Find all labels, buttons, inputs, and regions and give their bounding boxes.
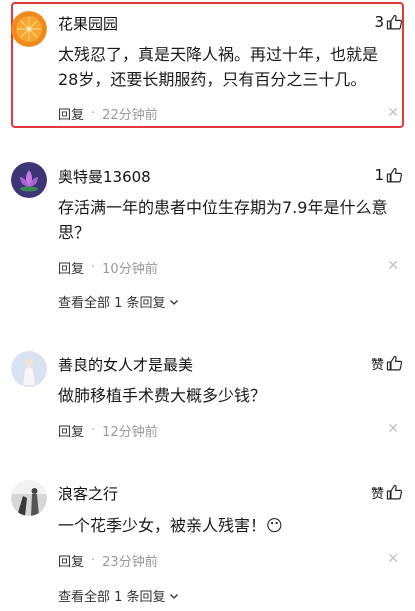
comment-meta: 回复 · 12分钟前 [58,421,158,440]
like-count: 1 [374,166,384,184]
like-count: 3 [374,13,384,31]
like-button[interactable]: 赞 [371,354,403,373]
close-icon[interactable]: ✕ [387,106,399,120]
comment-text: 太残忍了，真是天降人祸。再过十年，也就是28岁，还要长期服药，只有百分之三十几。 [58,45,379,89]
like-button[interactable]: 3 [374,13,403,31]
reply-button[interactable]: 回复 [58,551,84,570]
like-button[interactable]: 1 [374,166,403,184]
thumbs-up-icon [386,484,403,500]
view-replies-label: 查看全部 1 条回复 [58,296,166,311]
close-icon[interactable]: ✕ [387,422,399,436]
avatar[interactable] [11,351,47,387]
reply-button[interactable]: 回复 [58,421,84,440]
thumbs-up-icon [386,167,403,182]
comment-item: 奥特曼13608 1 存活满一年的患者中位生存期为7.9年是什么意思？ 回复 ·… [0,156,415,316]
separator-dot: · [91,423,96,438]
thumbs-up-icon [386,355,403,371]
view-replies-label: 查看全部 1 条回复 [58,590,166,605]
comment-text: 做肺移植手术费大概多少钱？ [58,386,267,405]
comment-item: 花果园园 3 太残忍了，真是天降人祸。再过十年，也就是28岁，还要长期服药，只有… [0,0,415,132]
avatar[interactable] [11,480,47,516]
timestamp: 22分钟前 [102,108,158,123]
like-count: 赞 [370,487,384,502]
close-icon[interactable]: ✕ [387,259,399,273]
like-count: 赞 [370,358,384,373]
view-replies-link[interactable]: 查看全部 1 条回复 [58,586,179,605]
avatar[interactable] [11,162,47,198]
close-icon[interactable]: ✕ [387,552,399,566]
comment-meta: 回复 · 10分钟前 [58,258,158,277]
orange-avatar-icon [11,11,47,47]
separator-dot: · [91,553,96,568]
chevron-down-icon [169,299,178,305]
separator-dot: · [91,106,96,121]
comment-text: 一个花季少女，被亲人残害！😶 [58,516,283,535]
timestamp: 10分钟前 [102,262,158,277]
lotus-avatar-icon [11,162,47,198]
traveler-avatar-icon [11,480,47,516]
comment-item: 浪客之行 赞 一个花季少女，被亲人残害！😶 回复 · 23分钟前 ✕ 查看全部 … [0,474,415,611]
like-button[interactable]: 赞 [371,483,403,502]
thumbs-up-icon [386,14,403,29]
comment-meta: 回复 · 22分钟前 [58,104,158,123]
separator-dot: · [91,260,96,275]
chevron-down-icon [169,593,178,599]
reply-button[interactable]: 回复 [58,258,84,277]
timestamp: 12分钟前 [102,425,158,440]
reply-button[interactable]: 回复 [58,104,84,123]
username[interactable]: 奥特曼13608 [58,166,151,187]
username[interactable]: 善良的女人才是最美 [58,354,193,375]
figure-avatar-icon [11,351,47,387]
username[interactable]: 浪客之行 [58,483,118,504]
comment-item: 善良的女人才是最美 赞 做肺移植手术费大概多少钱？ 回复 · 12分钟前 ✕ [0,345,415,445]
avatar[interactable] [11,11,47,47]
username[interactable]: 花果园园 [58,13,118,34]
comment-meta: 回复 · 23分钟前 [58,551,158,570]
timestamp: 23分钟前 [102,555,158,570]
comment-text: 存活满一年的患者中位生存期为7.9年是什么意思？ [58,198,388,242]
view-replies-link[interactable]: 查看全部 1 条回复 [58,292,179,311]
